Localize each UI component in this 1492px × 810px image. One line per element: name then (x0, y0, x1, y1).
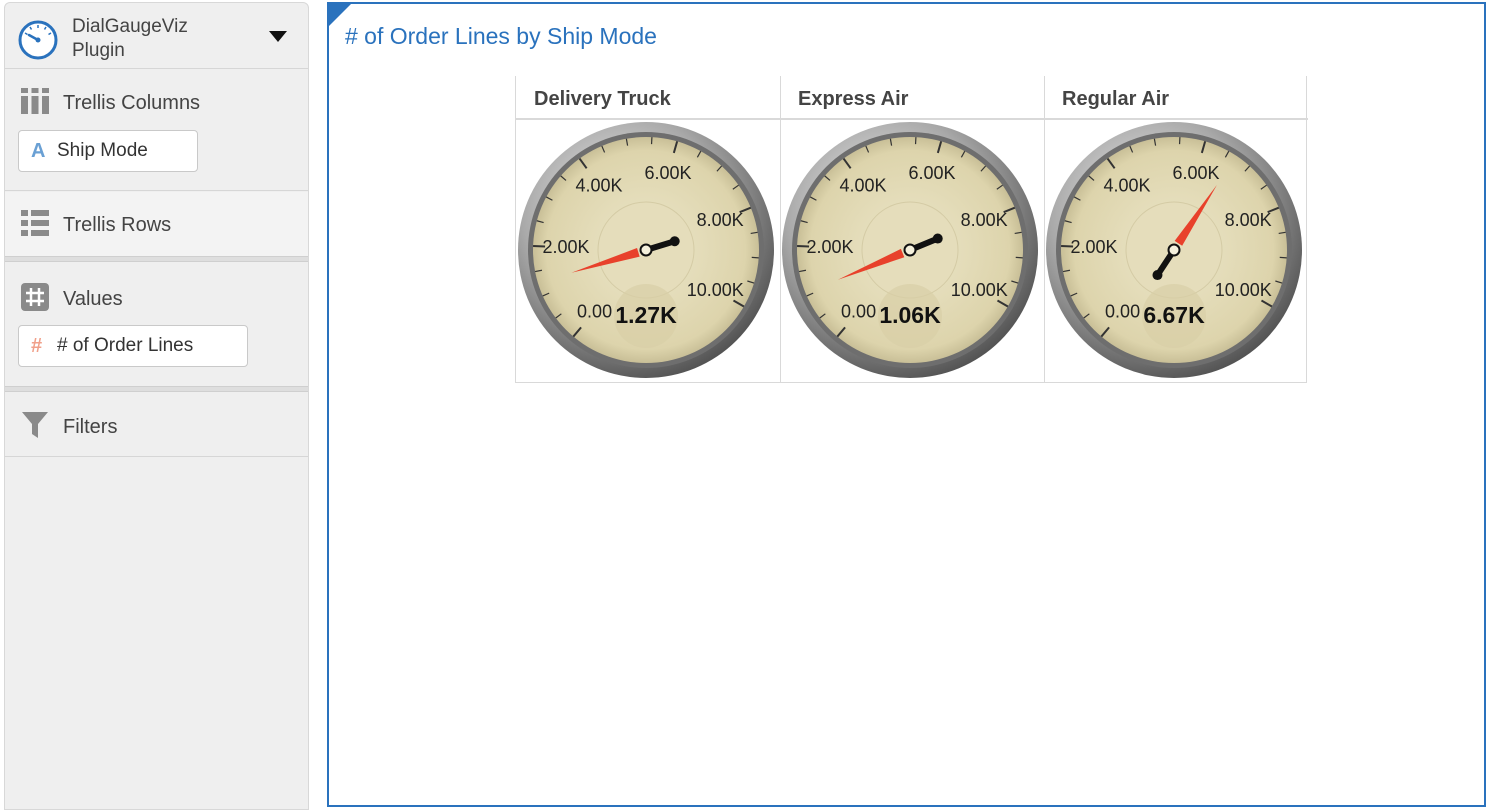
needle-counterweight (669, 236, 680, 247)
filters-section[interactable]: Filters (5, 393, 308, 457)
trellis-rows-title: Trellis Rows (63, 214, 172, 236)
tick-label: 8.00K (697, 210, 744, 230)
values-title: Values (63, 288, 123, 310)
tick-label: 6.00K (909, 163, 956, 183)
measure-icon: # (31, 334, 43, 357)
tick-label: 4.00K (1103, 175, 1150, 195)
tick-label: 4.00K (839, 175, 886, 195)
dial-gauge[interactable]: 0.00 2.00K 4.00K 6.00K 8.00K 10.00K 1.06K (780, 120, 1044, 383)
rows-icon (21, 210, 49, 236)
values-section: Values # # of Order Lines (5, 263, 308, 386)
gauge-value-label: 6.67K (1143, 302, 1205, 328)
tick-label: 2.00K (543, 237, 590, 257)
tick-label: 0.00 (841, 301, 876, 321)
caret-down-icon[interactable] (267, 27, 289, 45)
filter-icon (22, 412, 48, 438)
viz-title: # of Order Lines by Ship Mode (345, 23, 657, 49)
trellis-grid: Delivery Truck 0.00 2.00K 4.00K 6.00K 8.00K 10… (515, 76, 1308, 383)
tick-label: 2.00K (1071, 237, 1118, 257)
section-divider (5, 386, 308, 392)
tick-label: 10.00K (687, 280, 744, 300)
trellis-rows-section[interactable]: Trellis Rows (5, 192, 308, 256)
tick-label: 4.00K (575, 175, 622, 195)
pill-label: # of Order Lines (57, 335, 194, 356)
ship-mode-pill[interactable]: A Ship Mode (18, 130, 198, 172)
dial-gauge-icon (18, 20, 58, 60)
visualization-panel[interactable]: # of Order Lines by Ship Mode Delivery T… (327, 2, 1486, 807)
gauge-value-label: 1.27K (615, 302, 677, 328)
category-label: Express Air (798, 88, 909, 110)
needle-hub (903, 243, 917, 257)
plugin-selector[interactable]: DialGaugeViz Plugin (5, 3, 308, 69)
tick-label: 0.00 (577, 301, 612, 321)
tick-label: 10.00K (951, 280, 1008, 300)
tick-label: 2.00K (807, 237, 854, 257)
trellis-column-header[interactable]: Delivery Truck (516, 76, 780, 120)
needle-hub (639, 243, 653, 257)
tick-label: 6.00K (645, 163, 692, 183)
pill-label: Ship Mode (57, 140, 148, 161)
gauge-cell: Delivery Truck 0.00 2.00K 4.00K 6.00K 8.00K 10… (516, 76, 780, 383)
trellis-columns-title: Trellis Columns (63, 92, 201, 114)
gauge-cell: Regular Air 0.00 2.00K 4.00K 6.00K 8.00K 10.00… (1044, 76, 1308, 383)
attribute-icon: A (31, 139, 46, 162)
gauge-value-label: 1.06K (879, 302, 941, 328)
hash-icon (21, 283, 49, 311)
tick-label: 8.00K (1225, 210, 1272, 230)
tick-label: 0.00 (1105, 301, 1140, 321)
tick-label: 6.00K (1173, 163, 1220, 183)
dial-gauge[interactable]: 0.00 2.00K 4.00K 6.00K 8.00K 10.00K 6.67K (1044, 120, 1308, 383)
trellis-column-header[interactable]: Regular Air (1044, 76, 1308, 120)
left-panel: DialGaugeViz Plugin Trellis Columns A Sh… (4, 2, 309, 810)
gauge-cell: Express Air 0.00 2.00K 4.00K 6.00K 8.00K 10.00… (780, 76, 1044, 383)
tick-label: 10.00K (1215, 280, 1272, 300)
trellis-columns-section: Trellis Columns A Ship Mode (5, 70, 308, 191)
dial-gauge[interactable]: 0.00 2.00K 4.00K 6.00K 8.00K 10.00K 1.27K (516, 120, 780, 383)
section-divider (5, 256, 308, 262)
filters-title: Filters (63, 416, 118, 438)
category-label: Regular Air (1062, 88, 1170, 110)
needle-counterweight (932, 233, 943, 244)
order-lines-pill[interactable]: # # of Order Lines (18, 325, 248, 367)
tick-label: 8.00K (961, 210, 1008, 230)
needle-hub (1167, 243, 1181, 257)
trellis-column-header[interactable]: Express Air (780, 76, 1044, 120)
plugin-name: DialGaugeViz Plugin (72, 16, 188, 61)
needle-counterweight (1152, 270, 1163, 281)
columns-icon (21, 88, 49, 114)
category-label: Delivery Truck (534, 88, 671, 110)
